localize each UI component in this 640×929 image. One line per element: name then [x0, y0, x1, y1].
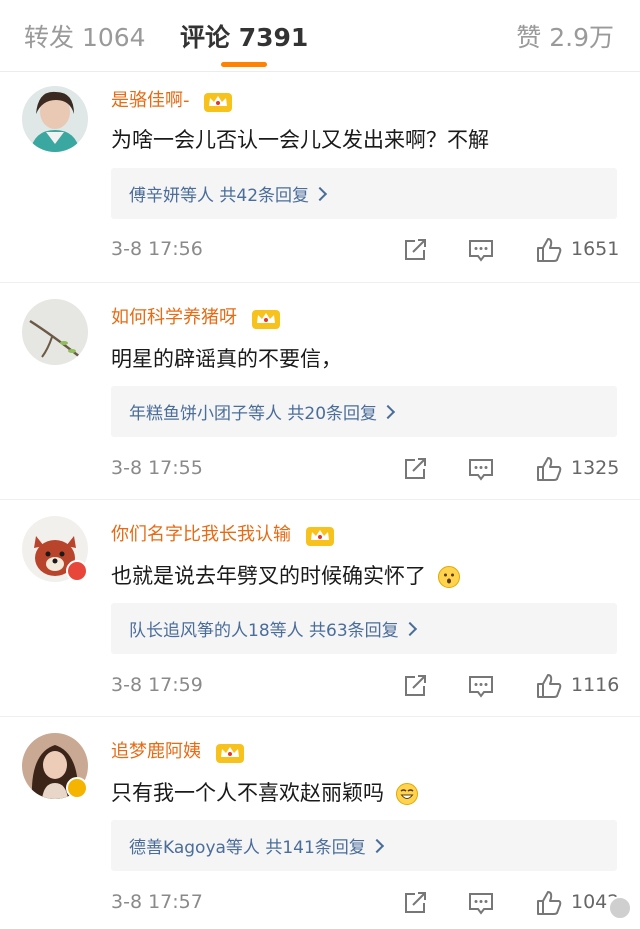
reply-summary[interactable]: 傅辛妍等人 共42条回复 [111, 168, 617, 219]
tab-comments[interactable]: 评论 7391 [180, 18, 308, 54]
share-icon[interactable] [401, 889, 429, 917]
comment-text: 只有我一个人不喜欢赵丽颖吗 [111, 777, 419, 807]
tab-likes[interactable]: 赞 2.9万 [516, 18, 614, 54]
tab-repost[interactable]: 转发 1064 [24, 18, 146, 54]
like-icon[interactable] [535, 672, 563, 700]
timestamp: 3-8 17:56 [111, 238, 203, 260]
reply-icon[interactable] [467, 455, 495, 483]
tab-comments-count: 7391 [238, 23, 309, 52]
comment-item: 如何科学养猪呀 明星的辟谣真的不要信， 年糕鱼饼小团子等人 共20条回复 3-8… [0, 282, 640, 499]
reply-icon[interactable] [467, 889, 495, 917]
reply-summary-text: 年糕鱼饼小团子等人 共20条回复 [129, 404, 378, 424]
reply-icon[interactable] [467, 672, 495, 700]
reply-summary-text: 傅辛妍等人 共42条回复 [129, 186, 310, 206]
comment-footer: 3-8 17:57 1042 [111, 885, 621, 921]
chevron-right-icon [380, 404, 396, 420]
crown-badge-icon [204, 93, 233, 112]
comment-footer: 3-8 17:55 1325 [111, 451, 621, 487]
comment-item: 是骆佳啊- 为啥一会儿否认一会儿又发出来啊？不解 傅辛妍等人 共42条回复 3-… [0, 72, 640, 289]
reply-summary[interactable]: 年糕鱼饼小团子等人 共20条回复 [111, 386, 617, 437]
share-icon[interactable] [401, 455, 429, 483]
comment-text: 为啥一会儿否认一会儿又发出来啊？不解 [111, 128, 489, 152]
tab-likes-label: 赞 [516, 23, 542, 52]
watermark-logo-icon [608, 896, 632, 920]
reply-icon[interactable] [467, 236, 495, 264]
grin-emoji-icon [395, 783, 418, 805]
like-icon[interactable] [535, 236, 563, 264]
timestamp: 3-8 17:59 [111, 674, 203, 696]
chevron-right-icon [402, 621, 417, 637]
comment-item: 你们名字比我长我认输 也就是说去年劈叉的时候确实怀了 队长追风筝的人18等人 共… [0, 499, 640, 716]
tab-likes-count: 2.9万 [549, 23, 614, 52]
comment-item: 追梦鹿阿姨 只有我一个人不喜欢赵丽颖吗 德善Kagoya等人 共141条回复 3… [0, 716, 640, 929]
comment-tabs: 转发 1064 评论 7391 赞 2.9万 [0, 0, 640, 72]
comment-footer: 3-8 17:59 1116 [111, 668, 621, 704]
username[interactable]: 你们名字比我长我认输 [111, 520, 335, 547]
chevron-right-icon [312, 186, 328, 202]
comment-text: 也就是说去年劈叉的时候确实怀了 [111, 560, 461, 590]
comment-text: 明星的辟谣真的不要信， [111, 347, 342, 371]
avatar[interactable] [22, 299, 88, 365]
tab-comments-label: 评论 [180, 23, 231, 52]
reply-summary[interactable]: 队长追风筝的人18等人 共63条回复 [111, 603, 617, 654]
crown-badge-icon [251, 310, 280, 329]
reply-summary[interactable]: 德善Kagoya等人 共141条回复 [111, 820, 617, 871]
share-icon[interactable] [401, 236, 429, 264]
username[interactable]: 追梦鹿阿姨 [111, 737, 245, 764]
avatar[interactable] [22, 86, 88, 152]
crown-badge-icon [305, 527, 334, 546]
reply-summary-text: 德善Kagoya等人 共141条回复 [129, 838, 366, 858]
timestamp: 3-8 17:55 [111, 457, 203, 479]
username[interactable]: 是骆佳啊- [111, 86, 233, 113]
like-count: 1651 [571, 238, 620, 260]
reply-summary-text: 队长追风筝的人18等人 共63条回复 [129, 621, 399, 641]
red-badge-icon [66, 560, 88, 582]
gold-verified-icon [66, 777, 88, 799]
tab-repost-label: 转发 [24, 23, 75, 52]
active-tab-indicator [221, 62, 267, 67]
surprised-emoji-icon [437, 566, 460, 588]
like-count: 1325 [571, 457, 620, 479]
like-count: 1116 [571, 674, 620, 696]
crown-badge-icon [215, 744, 244, 763]
like-icon[interactable] [535, 889, 563, 917]
chevron-right-icon [369, 838, 384, 854]
timestamp: 3-8 17:57 [111, 891, 203, 913]
like-icon[interactable] [535, 455, 563, 483]
tab-repost-count: 1064 [81, 23, 146, 52]
watermark [608, 893, 632, 923]
comment-footer: 3-8 17:56 1651 [111, 232, 621, 268]
share-icon[interactable] [401, 672, 429, 700]
username[interactable]: 如何科学养猪呀 [111, 303, 281, 330]
